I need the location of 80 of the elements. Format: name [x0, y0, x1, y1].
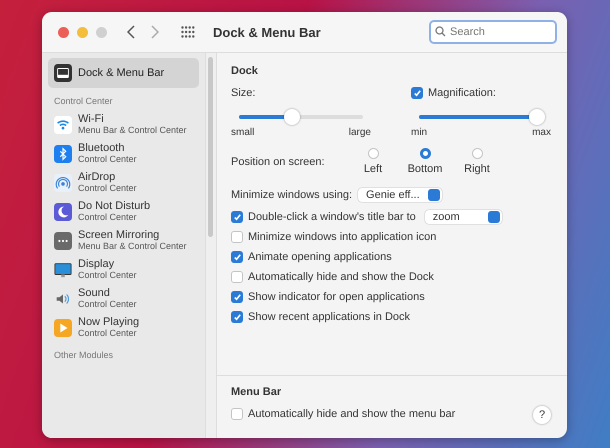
item-title: Sound	[78, 287, 111, 299]
checkbox-label: Minimize windows into application icon	[248, 231, 436, 243]
item-subtitle: Menu Bar & Control Center	[78, 241, 187, 252]
slider-max-label: max	[532, 127, 551, 138]
checkbox[interactable]	[231, 251, 243, 263]
scrollbar[interactable]	[205, 53, 216, 438]
item-subtitle: Control Center	[78, 154, 137, 165]
checkbox-label: Automatically hide and show the Dock	[248, 271, 434, 283]
airdrop-icon	[54, 174, 72, 192]
item-subtitle: Control Center	[78, 212, 138, 223]
item-subtitle: Control Center	[78, 183, 137, 194]
item-title: Screen Mirroring	[78, 229, 160, 241]
section-heading: Control Center	[53, 95, 114, 108]
dock-icon	[54, 64, 72, 82]
sidebar-item[interactable]: AirDrop Control Center	[48, 168, 199, 197]
help-button[interactable]: ?	[533, 406, 551, 424]
section-heading: Menu Bar	[231, 386, 282, 398]
item-subtitle: Control Center	[78, 299, 137, 310]
bluetooth-icon	[54, 144, 72, 162]
checkbox-label: Animate opening applications	[248, 251, 392, 263]
wifi-icon	[54, 116, 72, 134]
sidebar-item[interactable]: Sound Control Center	[48, 284, 199, 313]
checkbox-label: Double-click a window's title bar to	[248, 211, 416, 223]
sidebar-item[interactable]: Now Playing Control Center	[48, 313, 199, 342]
radio-button[interactable]	[368, 148, 378, 159]
grid-icon[interactable]	[181, 26, 195, 38]
dots-icon	[54, 232, 72, 250]
search-field[interactable]: Search	[429, 20, 557, 44]
back-icon[interactable]	[127, 25, 135, 39]
item-subtitle: Menu Bar & Control Center	[78, 125, 187, 136]
sidebar-item[interactable]: Do Not Disturb Control Center	[48, 197, 199, 226]
slider-thumb[interactable]	[528, 109, 545, 125]
section-heading: Dock	[231, 65, 259, 77]
item-title: Bluetooth	[78, 142, 126, 154]
checkbox[interactable]	[231, 211, 243, 223]
checkbox[interactable]	[411, 87, 423, 99]
item-subtitle: Control Center	[78, 270, 137, 281]
sidebar-item[interactable]: Bluetooth Control Center	[48, 139, 199, 168]
item-title: AirDrop	[78, 171, 116, 183]
window-title: Dock & Menu Bar	[213, 24, 322, 40]
minimize-label: Minimize windows using:	[231, 189, 352, 201]
checkbox-label: Automatically hide and show the menu bar	[248, 408, 456, 420]
radio-label: Left	[364, 163, 382, 175]
sidebar-item[interactable]: Wi-Fi Menu Bar & Control Center	[48, 110, 199, 139]
checkbox[interactable]	[231, 271, 243, 283]
position-label: Position on screen:	[231, 156, 326, 168]
forward-icon[interactable]	[151, 25, 159, 39]
checkbox-label: Show recent applications in Dock	[248, 311, 410, 323]
item-title: Display	[78, 258, 116, 270]
section-heading: Other Modules	[53, 349, 114, 362]
play-icon	[54, 318, 72, 336]
item-subtitle: Control Center	[78, 328, 138, 339]
search-icon	[435, 26, 446, 37]
slider-thumb[interactable]	[284, 109, 300, 125]
radio-label: Bottom	[408, 163, 442, 175]
item-title: Do Not Disturb	[78, 200, 150, 212]
action-dropdown[interactable]: zoom	[424, 210, 502, 224]
radio-button[interactable]	[420, 148, 430, 159]
sidebar-item[interactable]: Dock & Menu Bar	[48, 58, 199, 88]
slider-min-label: min	[411, 127, 428, 138]
sidebar-item[interactable]: Screen Mirroring Menu Bar & Control Center	[48, 226, 199, 255]
slider-max-label: large	[348, 127, 371, 138]
checkbox-label: Show indicator for open applications	[248, 291, 425, 303]
radio-button[interactable]	[472, 148, 482, 159]
radio-label: Right	[464, 163, 490, 175]
moon-icon	[54, 202, 72, 220]
minimize-button[interactable]	[77, 26, 88, 38]
checkbox[interactable]	[231, 311, 243, 323]
effect-dropdown[interactable]: Genie eff...	[358, 188, 442, 202]
checkbox-label: Magnification:	[428, 87, 496, 99]
slider-min-label: small	[231, 127, 254, 138]
monitor-icon	[54, 260, 72, 278]
checkbox[interactable]	[231, 291, 243, 303]
checkbox[interactable]	[231, 231, 243, 243]
checkbox[interactable]	[231, 408, 243, 420]
close-button[interactable]	[58, 26, 69, 38]
sidebar-item[interactable]: Display Control Center	[48, 255, 199, 284]
item-title: Now Playing	[78, 316, 140, 328]
item-title: Wi-Fi	[78, 113, 105, 125]
size-label: Size:	[231, 87, 256, 99]
